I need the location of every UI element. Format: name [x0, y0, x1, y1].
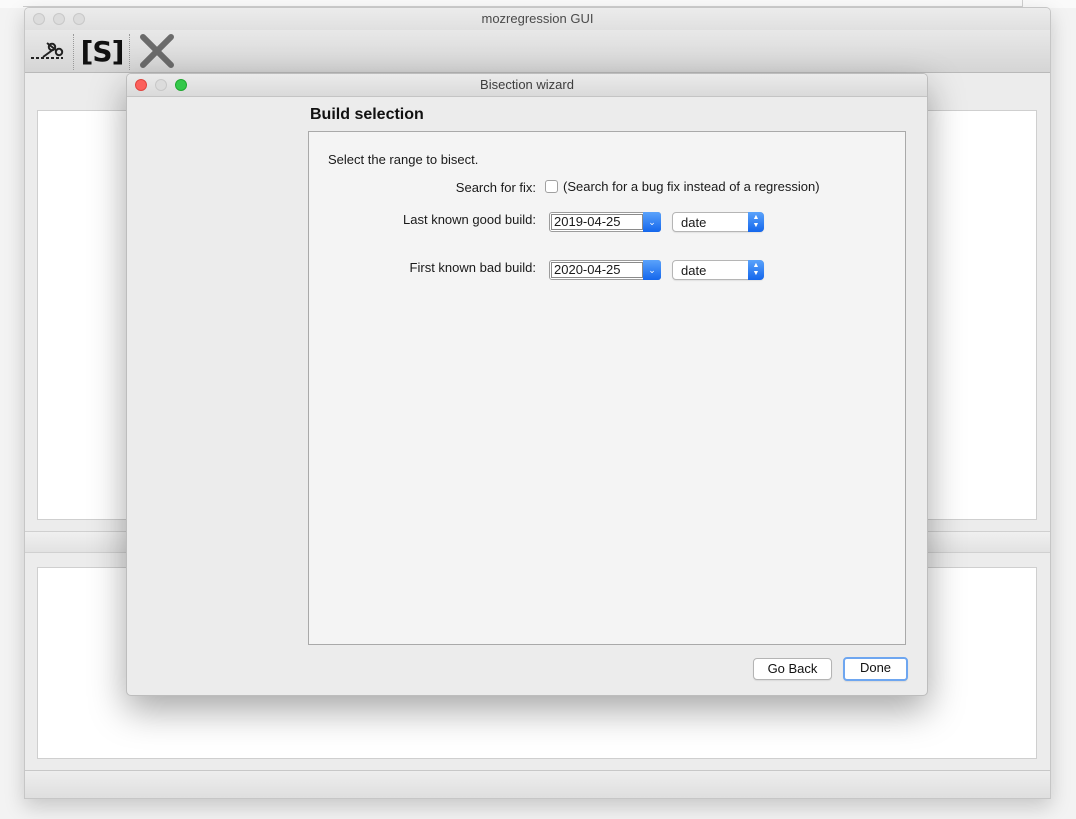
wizard-zoom-button[interactable] [175, 79, 187, 91]
bad-build-date-field[interactable]: 2020-04-25 ⌄ [549, 260, 661, 280]
scissors-icon [31, 42, 64, 59]
bracket-s-icon: [S] [80, 34, 125, 68]
main-close-button[interactable] [33, 13, 45, 25]
range-prompt: Select the range to bisect. [328, 152, 479, 167]
wizard-minimize-button[interactable] [155, 79, 167, 91]
page-heading: Build selection [310, 106, 424, 123]
main-window-title: mozregression GUI [481, 11, 594, 26]
wizard-titlebar: Bisection wizard [127, 74, 927, 97]
bisection-wizard-dialog: Bisection wizard Build selection Select … [126, 73, 928, 696]
stop-button[interactable] [137, 32, 177, 70]
search-fix-label: Search for fix: [455, 180, 536, 195]
good-build-type-select[interactable]: date ▲ ▼ [672, 212, 764, 232]
bad-build-type-value: date [681, 263, 707, 278]
good-build-date-value[interactable]: 2019-04-25 [551, 214, 643, 230]
chevron-down-icon[interactable]: ⌄ [643, 260, 661, 280]
done-button[interactable]: Done [843, 657, 908, 681]
search-fix-checkbox[interactable] [545, 180, 558, 193]
build-selection-page: Select the range to bisect. Search for f… [308, 131, 906, 645]
go-back-button[interactable]: Go Back [753, 658, 832, 680]
good-build-label: Last known good build: [403, 212, 536, 227]
run-single-build-button[interactable]: [S] [80, 32, 125, 70]
search-fix-text[interactable]: (Search for a bug fix instead of a regre… [563, 179, 820, 194]
good-build-type-value: date [681, 215, 707, 230]
wizard-close-button[interactable] [135, 79, 147, 91]
wizard-title: Bisection wizard [480, 77, 574, 92]
bad-build-date-value[interactable]: 2020-04-25 [551, 262, 643, 278]
status-bar [25, 770, 1050, 798]
good-build-date-field[interactable]: 2019-04-25 ⌄ [549, 212, 661, 232]
main-zoom-button[interactable] [73, 13, 85, 25]
chevron-down-icon[interactable]: ⌄ [643, 212, 661, 232]
updown-arrows-icon: ▲ ▼ [748, 260, 764, 280]
updown-arrows-icon: ▲ ▼ [748, 212, 764, 232]
bad-build-label: First known bad build: [409, 260, 536, 275]
main-toolbar: [S] [25, 30, 1050, 73]
main-titlebar: mozregression GUI [25, 8, 1050, 30]
new-bisection-button[interactable] [29, 32, 65, 70]
main-minimize-button[interactable] [53, 13, 65, 25]
bad-build-type-select[interactable]: date ▲ ▼ [672, 260, 764, 280]
close-x-icon [140, 34, 174, 68]
